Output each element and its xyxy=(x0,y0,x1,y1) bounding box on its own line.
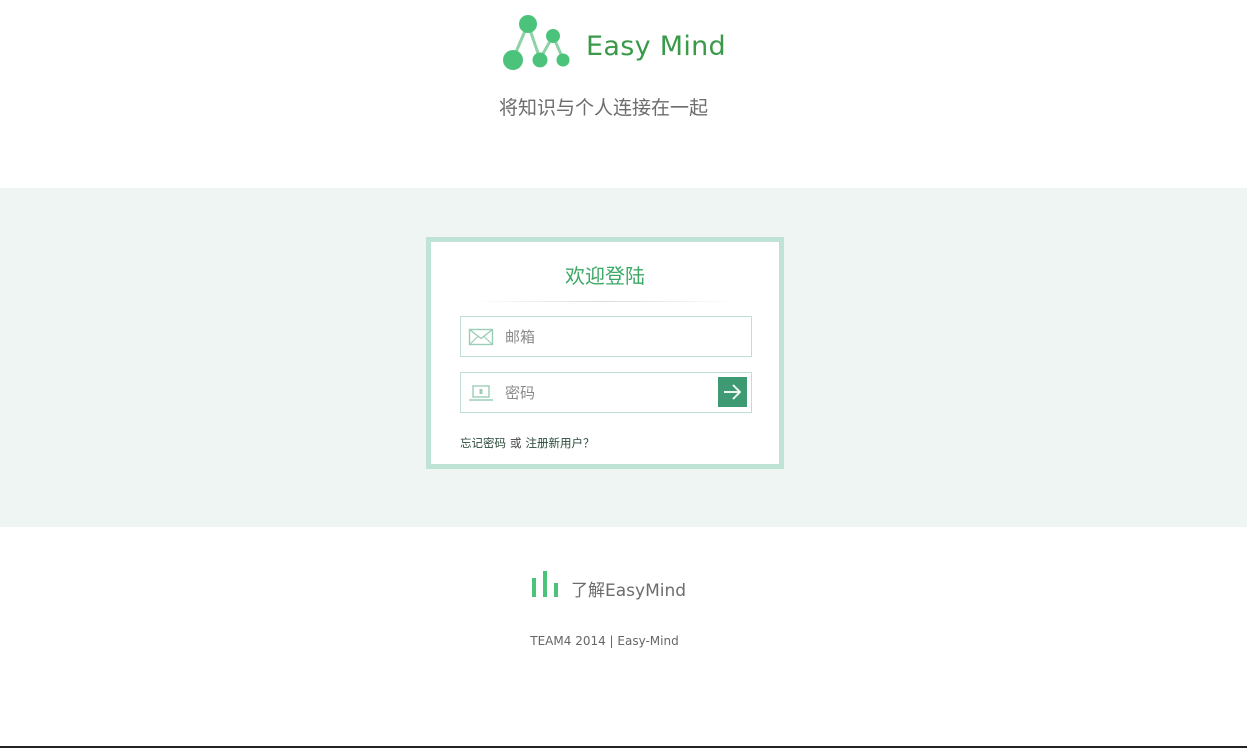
email-field-wrapper xyxy=(460,316,752,357)
arrow-right-icon xyxy=(724,384,742,400)
password-field-wrapper xyxy=(460,372,752,413)
account-links: 忘记密码或注册新用户？ xyxy=(460,435,595,451)
login-card: 欢迎登陆 邮箱 忘记密码 或 注册新用户？ xyxy=(426,237,784,469)
password-input[interactable] xyxy=(505,373,705,412)
envelope-icon xyxy=(468,328,494,346)
or-separator: 或 xyxy=(510,436,522,450)
register-link[interactable]: 注册新用户？ xyxy=(526,435,595,451)
laptop-icon xyxy=(469,385,493,401)
tagline: 将知识与个人连接在一起 xyxy=(498,97,708,119)
forgot-password-link[interactable]: 忘记密码 xyxy=(460,435,506,451)
logo[interactable]: Easy Mind xyxy=(500,14,740,74)
network-nodes-logo-icon xyxy=(503,15,570,70)
email-input[interactable] xyxy=(505,317,705,356)
brand-name: Easy Mind xyxy=(586,31,726,62)
login-title: 欢迎登陆 xyxy=(565,264,645,288)
header: Easy Mind 将知识与个人连接在一起 xyxy=(0,0,1247,188)
bottom-divider xyxy=(0,746,1247,748)
bar-chart-icon xyxy=(532,571,558,597)
login-band: 欢迎登陆 邮箱 忘记密码 或 注册新用户？ xyxy=(0,188,1247,527)
title-divider xyxy=(471,301,739,302)
copyright: TEAM4 2014 | Easy-Mind xyxy=(530,634,679,648)
login-submit-button[interactable] xyxy=(718,377,747,407)
login-page: Easy Mind 将知识与个人连接在一起 欢迎登陆 邮箱 忘记密码 或 注册新… xyxy=(0,0,1247,749)
about-label: 了解EasyMind xyxy=(571,581,687,601)
